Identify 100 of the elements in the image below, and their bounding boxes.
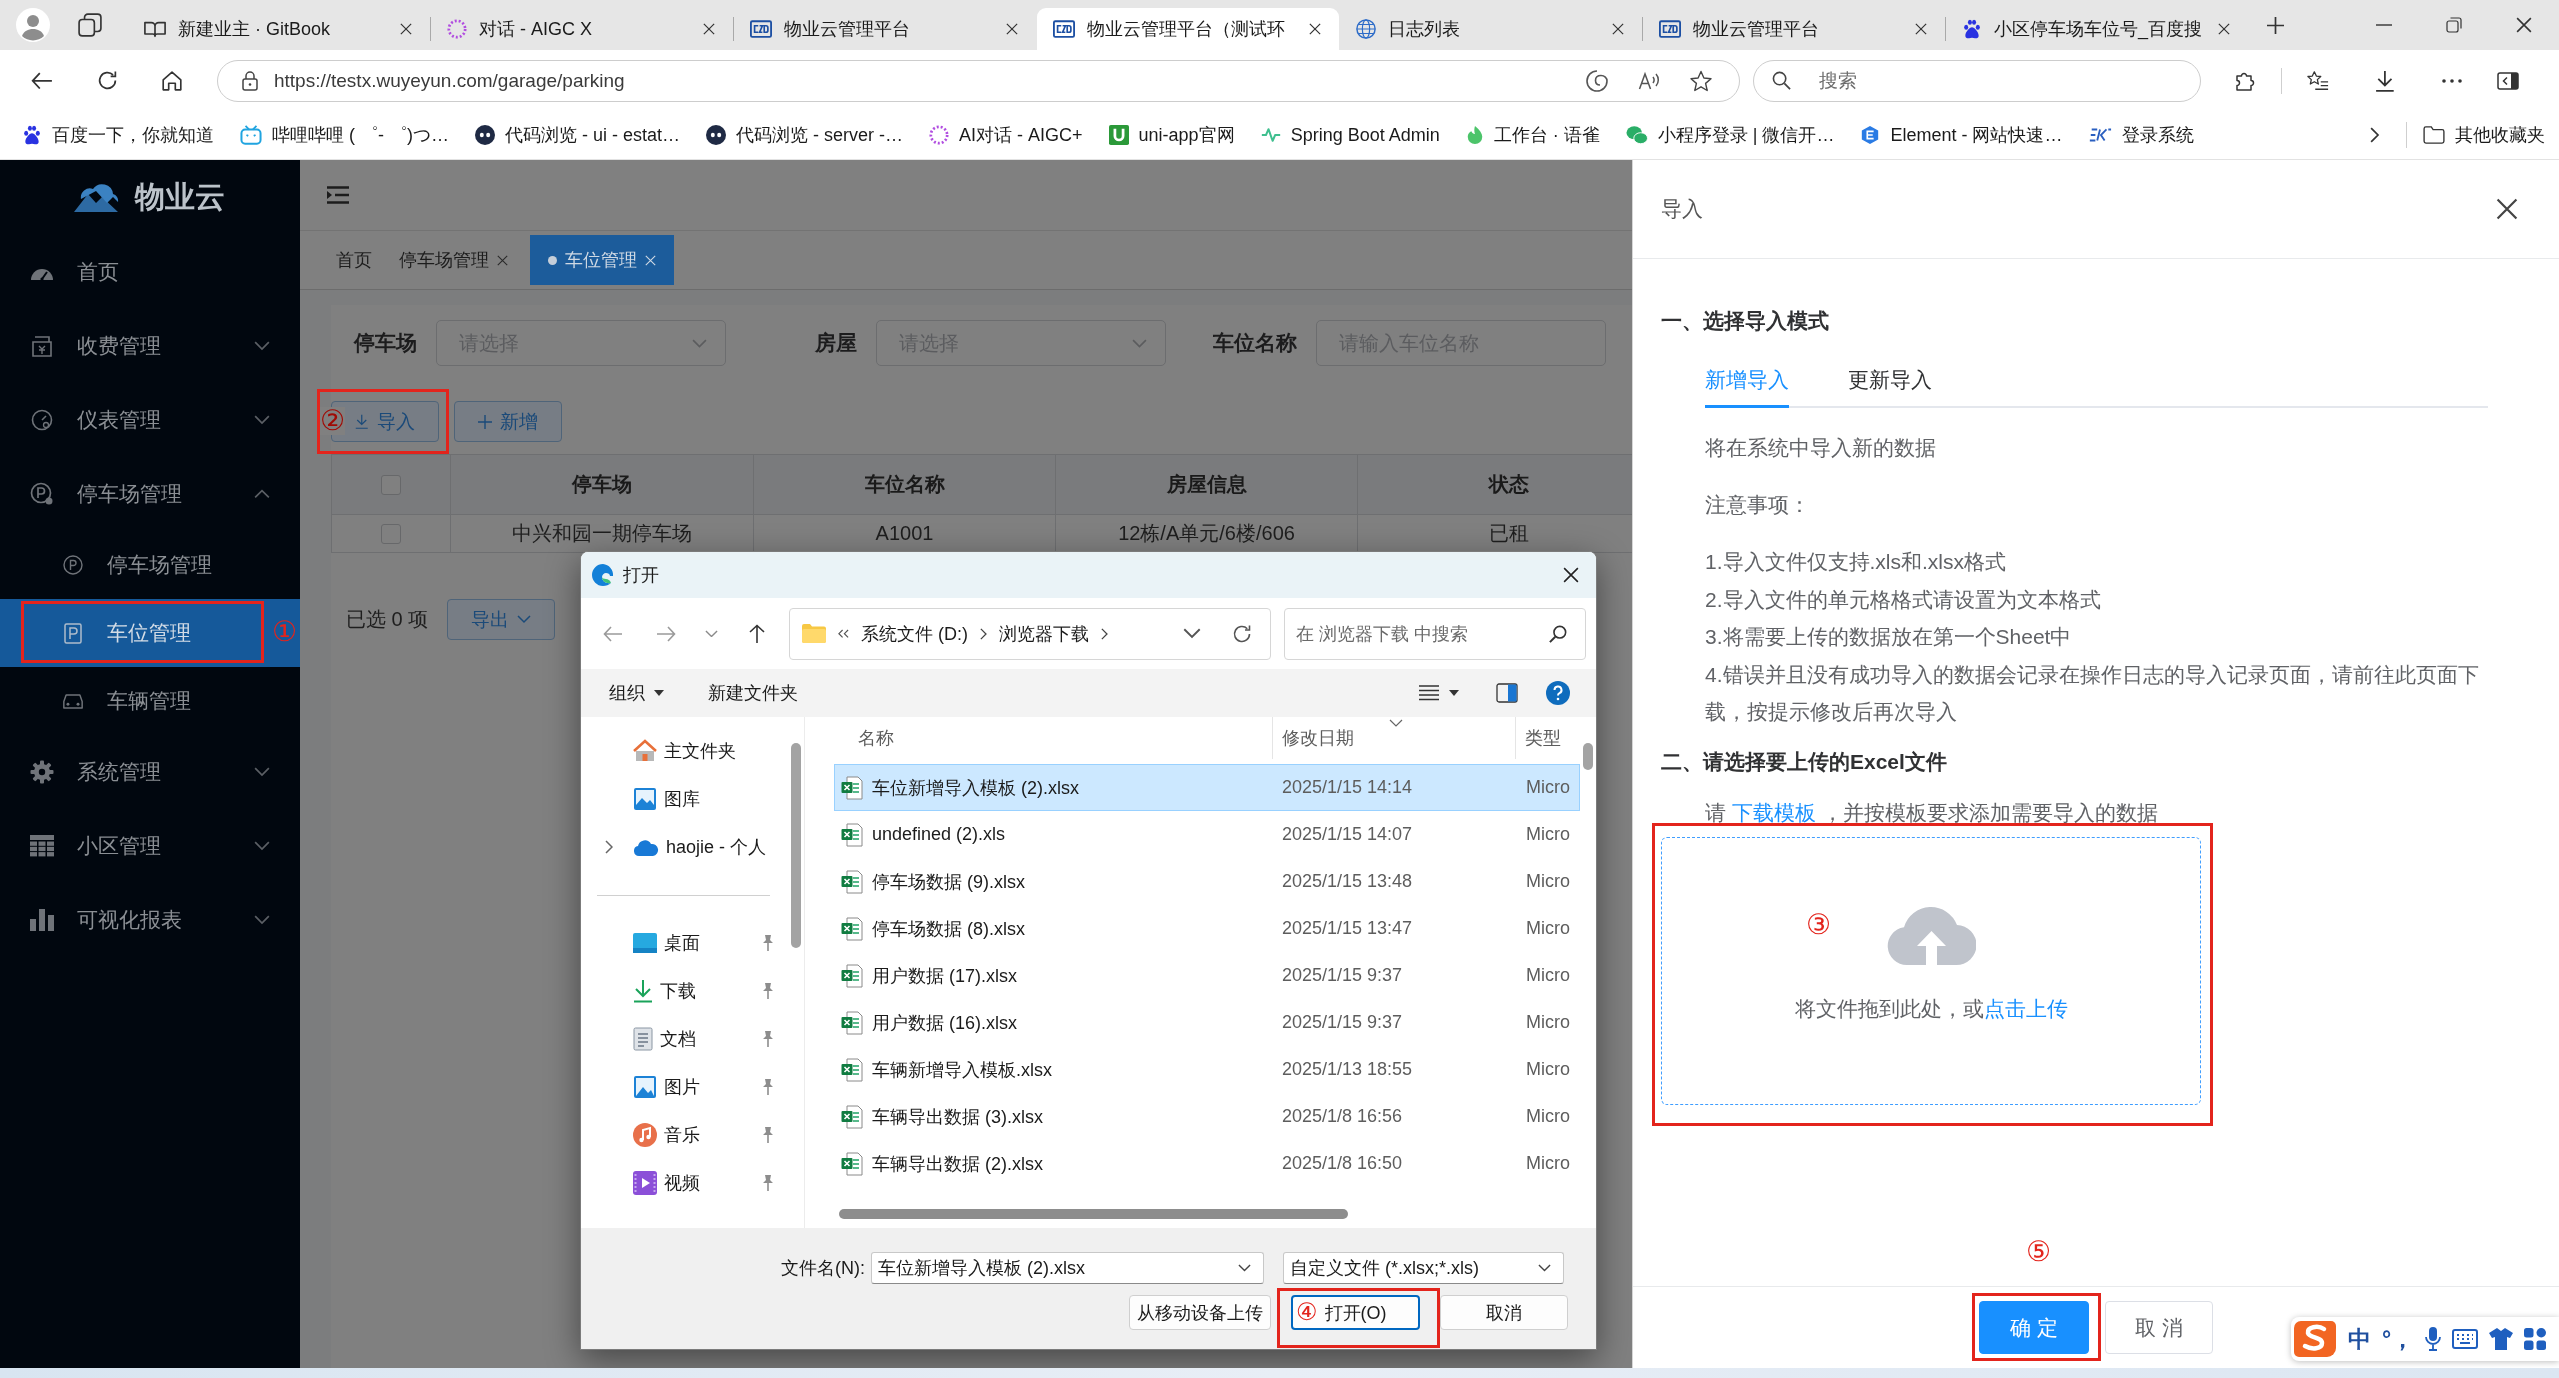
sidebar-menu-item[interactable]: 系统管理 xyxy=(0,735,300,809)
bookmark[interactable]: 百度一下，你就知道 xyxy=(22,123,214,147)
column-header[interactable]: 类型 xyxy=(1515,717,1580,759)
file-type: Micro xyxy=(1526,777,1571,798)
browser-tab[interactable]: 小区停车场车位号_百度搜 xyxy=(1946,8,2248,50)
dialog-button[interactable]: 从移动设备上传 xyxy=(1129,1295,1271,1330)
sidebar-menu-item[interactable]: 停车场管理 xyxy=(0,457,300,531)
file-date: 2025/1/8 16:50 xyxy=(1282,1153,1404,1174)
sidebar-menu-item[interactable]: 小区管理 xyxy=(0,809,300,883)
callout-number: ⑤ xyxy=(2026,1238,2052,1266)
book-icon xyxy=(144,20,166,38)
nav-pane-item[interactable]: 文档 xyxy=(581,1015,789,1063)
page-tab[interactable]: 首页 xyxy=(325,235,383,285)
chevron-down-icon xyxy=(1132,338,1147,348)
note-item: 4.错误并且没有成功导入的数据会记录在操作日志的导入记录页面，请前往此页面下载，按提示修改后再次导入 xyxy=(1705,661,2480,725)
close-icon xyxy=(1563,567,1579,583)
sidebar-menu-item[interactable]: 首页 xyxy=(0,235,300,309)
caret-down-icon xyxy=(1449,690,1459,696)
file-type: Micro xyxy=(1526,824,1571,845)
close-icon xyxy=(1309,23,1321,35)
ime-punctuation[interactable]: °， xyxy=(2382,1323,2415,1355)
file-name: 用户数据 (16).xlsx xyxy=(872,1011,1018,1035)
arrow-left-icon xyxy=(603,625,623,642)
sidebar-menu-item[interactable]: 收费管理 xyxy=(0,309,300,383)
file-row[interactable]: undefined (2).xls 2025/1/15 14:07 Micro xyxy=(834,811,1580,858)
bookmark[interactable]: uni-app官网 xyxy=(1108,123,1235,147)
browser-tab[interactable]: 物业云管理平台（测试环 xyxy=(1037,8,1339,50)
file-name: 用户数据 (17).xlsx xyxy=(872,964,1018,988)
bookmark[interactable]: 代码浏览 - ui - estat… xyxy=(475,123,681,147)
scrollbar-thumb[interactable] xyxy=(839,1209,1348,1219)
breadcrumb-item[interactable]: 浏览器下载 xyxy=(999,621,1090,646)
breadcrumb-item[interactable]: 系统文件 (D:) xyxy=(861,621,968,646)
bookmark-folder[interactable]: 其他收藏夹 xyxy=(2423,123,2545,147)
command-button[interactable]: 新建文件夹 xyxy=(696,674,810,712)
bookmark[interactable]: Element - 网站快速… xyxy=(1860,123,2063,147)
scrollbar-thumb[interactable] xyxy=(1583,743,1593,770)
file-type: Micro xyxy=(1526,965,1571,986)
file-row[interactable]: 用户数据 (17).xlsx 2025/1/15 9:37 Micro xyxy=(834,952,1580,999)
checkbox[interactable] xyxy=(381,474,401,495)
file-row[interactable]: 车辆导出数据 (3).xlsx 2025/1/8 16:56 Micro xyxy=(834,1093,1580,1140)
nav-pane-item[interactable]: 图片 xyxy=(581,1063,789,1111)
chevron-down-icon xyxy=(1183,628,1201,639)
nav-pane-item[interactable]: 桌面 xyxy=(581,919,789,967)
nav-pane-item[interactable]: 音乐 xyxy=(581,1111,789,1159)
file-type: Micro xyxy=(1526,1106,1571,1127)
nav-pane-item[interactable]: 主文件夹 xyxy=(581,727,789,775)
browser-tab[interactable]: 日志列表 xyxy=(1340,8,1642,50)
restore-icon xyxy=(2446,17,2462,33)
bookmark[interactable]: AI对话 - AIGC+ xyxy=(929,123,1083,147)
browser-tab[interactable]: 物业云管理平台 xyxy=(1643,8,1945,50)
bookmark[interactable]: 小程序登录 | 微信开… xyxy=(1625,123,1835,147)
speech-waves-icon xyxy=(1638,70,1660,91)
filename-field[interactable]: 车位新增导入模板 (2).xlsx xyxy=(871,1252,1264,1284)
file-row[interactable]: 车辆新增导入模板.xlsx 2025/1/13 18:55 Micro xyxy=(834,1046,1580,1093)
ime-mode[interactable]: 中 xyxy=(2348,1323,2371,1355)
browser-tab[interactable]: 对话 - AIGC X xyxy=(431,8,733,50)
mode-tab[interactable]: 更新导入 xyxy=(1848,355,1932,408)
file-row[interactable]: 用户数据 (16).xlsx 2025/1/15 9:37 Micro xyxy=(834,999,1580,1046)
column-header[interactable]: 名称 xyxy=(811,717,1272,759)
file-type-select[interactable]: 自定义文件 (*.xlsx;*.xls) xyxy=(1283,1252,1564,1284)
plus-icon xyxy=(477,414,492,429)
sidebar-submenu-item[interactable]: 停车场管理 xyxy=(0,531,300,599)
dialog-button[interactable]: 取消 xyxy=(1440,1295,1568,1330)
sidebar-submenu-item[interactable]: 车辆管理 xyxy=(0,667,300,735)
search-field[interactable]: 在 浏览器下载 中搜索 xyxy=(1284,607,1586,660)
bookmark[interactable]: 登录系统 xyxy=(2088,123,2195,147)
browser-tab[interactable]: 新建业主 · GitBook xyxy=(128,8,430,50)
bookmark[interactable]: Spring Boot Admin xyxy=(1260,124,1440,146)
nav-pane-item[interactable]: 图库 xyxy=(581,775,789,823)
column-header[interactable]: 修改日期 xyxy=(1272,717,1515,759)
sidebar-menu-item[interactable]: 仪表管理 xyxy=(0,383,300,457)
nav-pane-item[interactable]: haojie - 个人 xyxy=(581,823,789,871)
path-field[interactable]: 系统文件 (D:) 浏览器下载 xyxy=(789,607,1271,660)
file-row[interactable]: 停车场数据 (8).xlsx 2025/1/15 13:47 Micro xyxy=(834,905,1580,952)
file-row[interactable]: 车位新增导入模板 (2).xlsx 2025/1/15 14:14 Micro xyxy=(834,764,1580,811)
file-date: 2025/1/15 14:14 xyxy=(1282,777,1414,798)
tv-icon xyxy=(240,125,262,145)
dialog-title: 打开 xyxy=(623,564,659,587)
checkbox[interactable] xyxy=(381,523,401,544)
column-header: 状态 xyxy=(1488,472,1529,497)
bookmark[interactable]: 工作台 · 语雀 xyxy=(1465,123,1600,147)
file-row[interactable]: 车辆导出数据 (2).xlsx 2025/1/8 16:50 Micro xyxy=(834,1140,1580,1187)
scrollbar-thumb[interactable] xyxy=(791,743,802,948)
bookmark[interactable]: 代码浏览 - server -… xyxy=(706,123,904,147)
bookmark[interactable]: 哔哩哔哩 ( ゜- ゜)つ… xyxy=(240,123,449,147)
chevron-down-icon xyxy=(704,629,718,638)
page-tab[interactable]: 车位管理 xyxy=(530,235,674,285)
page-tab[interactable]: 停车场管理 xyxy=(388,235,519,285)
dropdown-button[interactable]: 组织 xyxy=(597,674,676,712)
template-hint: 请 下载模板 ，并按模板要求添加需要导入的数据 xyxy=(1705,799,2158,826)
close-icon xyxy=(1915,23,1927,35)
ring-icon xyxy=(929,125,950,145)
nav-pane-item[interactable]: 视频 xyxy=(581,1159,789,1207)
cancel-button[interactable]: 取 消 xyxy=(2105,1301,2213,1354)
file-row[interactable]: 停车场数据 (9).xlsx 2025/1/15 13:48 Micro xyxy=(834,858,1580,905)
browser-tab[interactable]: 物业云管理平台 xyxy=(734,8,1036,50)
dropzone-text: 将文件拖到此处，或点击上传 xyxy=(1794,995,2068,1022)
sidebar-menu-item[interactable]: 可视化报表 xyxy=(0,883,300,957)
nav-pane-item[interactable]: 下载 xyxy=(581,967,789,1015)
spreadsheet-icon xyxy=(841,1010,863,1035)
